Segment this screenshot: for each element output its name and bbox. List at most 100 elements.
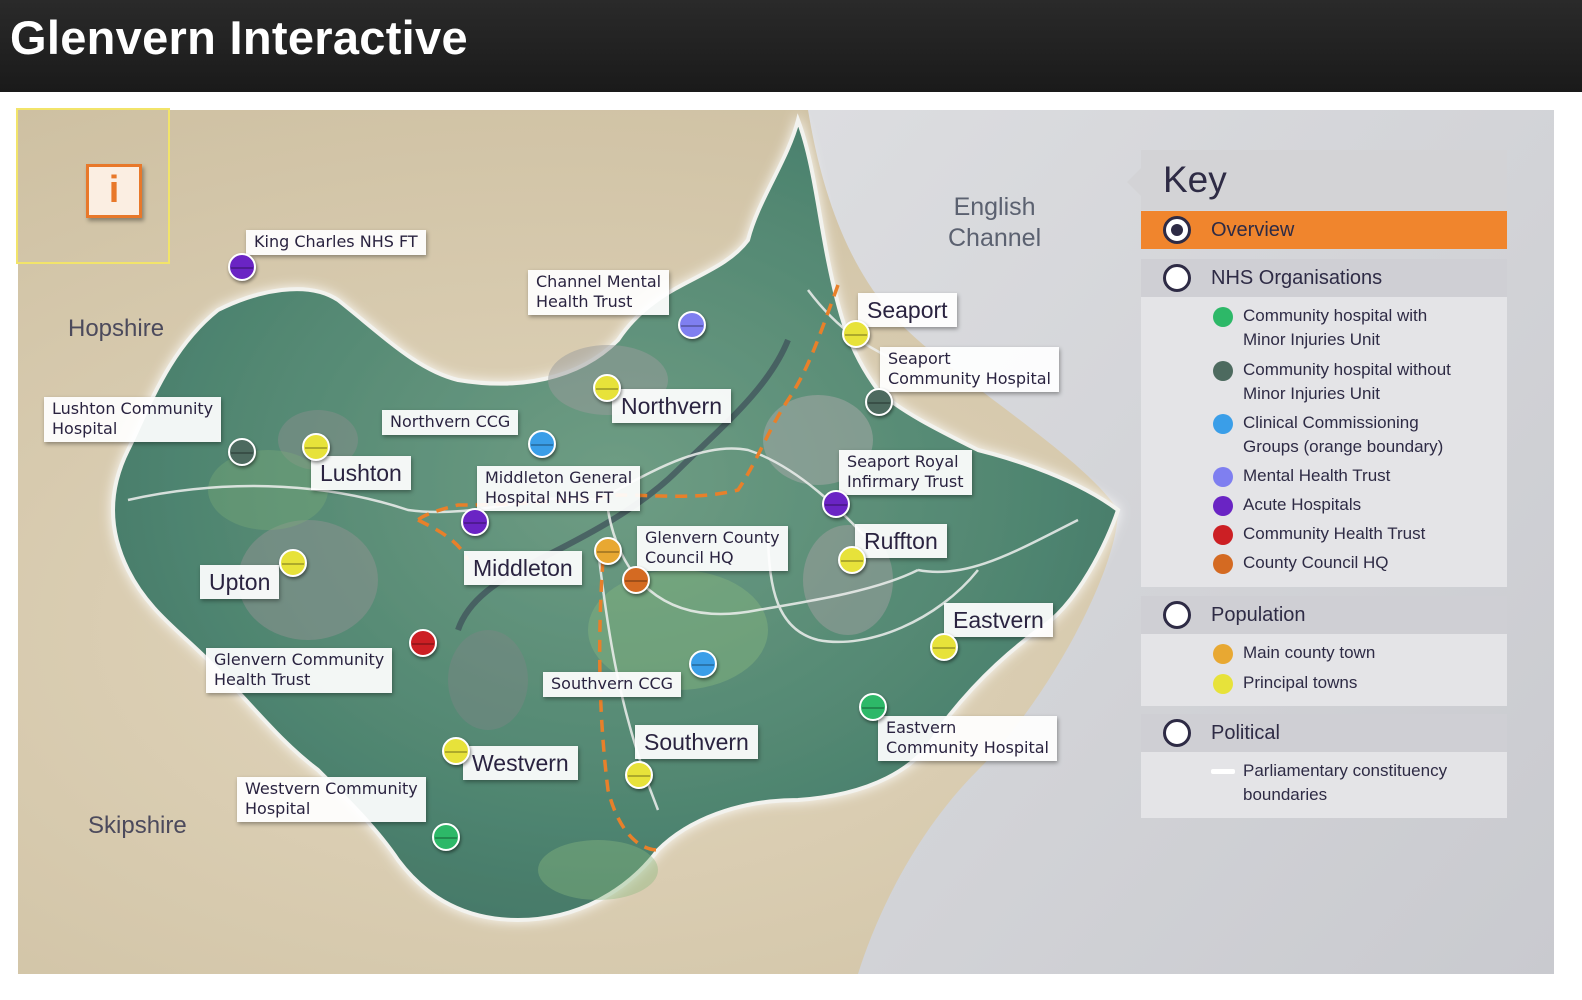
key-section-label: Population	[1211, 604, 1306, 626]
town-label-seaport[interactable]: Seaport	[858, 293, 957, 327]
legend-item: Mental Health Trust	[1243, 464, 1390, 488]
key-title: Key	[1163, 159, 1227, 200]
label-line: Health Trust	[214, 670, 311, 689]
key-section-nhs-organisations[interactable]: NHS Organisations	[1141, 259, 1507, 297]
marker-ccg[interactable]	[528, 430, 556, 458]
label-line: Seaport	[888, 349, 951, 368]
marker-main-county-town[interactable]	[594, 537, 622, 565]
legend-line-constituency-boundaries	[1211, 769, 1235, 774]
legend-text: boundaries	[1243, 785, 1328, 804]
marker-principal-town[interactable]	[625, 761, 653, 789]
marker-county-council-hq[interactable]	[622, 566, 650, 594]
label-glenvern-county-council-hq[interactable]: Glenvern County Council HQ	[637, 526, 788, 571]
radio-nhs-organisations[interactable]	[1163, 264, 1191, 292]
label-glenvern-community-health-trust[interactable]: Glenvern Community Health Trust	[206, 648, 393, 693]
legend-text: Community hospital without	[1243, 360, 1451, 379]
legend-text: Principal towns	[1243, 673, 1358, 692]
label-line: Infirmary Trust	[847, 472, 964, 491]
radio-population[interactable]	[1163, 601, 1191, 629]
legend-text: Mental Health Trust	[1243, 466, 1391, 485]
legend-text: Minor Injuries Unit	[1243, 384, 1380, 403]
legend-text: Community hospital with	[1243, 306, 1428, 325]
marker-community-hospital-no-miu[interactable]	[865, 388, 893, 416]
marker-community-hospital-miu[interactable]	[859, 693, 887, 721]
label-king-charles-nhs-ft[interactable]: King Charles NHS FT	[246, 230, 426, 255]
label-line: Council HQ	[645, 548, 734, 567]
marker-principal-town[interactable]	[930, 633, 958, 661]
marker-mental-health-trust[interactable]	[678, 311, 706, 339]
legend-item: Acute Hospitals	[1243, 493, 1361, 517]
marker-acute-hospital[interactable]	[228, 253, 256, 281]
marker-acute-hospital[interactable]	[461, 508, 489, 536]
label-seaport-community-hospital[interactable]: Seaport Community Hospital	[880, 347, 1059, 392]
label-lushton-community-hospital[interactable]: Lushton Community Hospital	[44, 397, 222, 442]
legend-dot-community-health-trust	[1213, 525, 1233, 545]
legend-text: Clinical Commissioning	[1243, 413, 1419, 432]
label-line: Hospital NHS FT	[485, 488, 614, 507]
legend-dot-county-council-hq	[1213, 554, 1233, 574]
farmland	[538, 840, 658, 900]
label-westvern-community-hospital[interactable]: Westvern Community Hospital	[237, 777, 426, 822]
legend-text: County Council HQ	[1243, 553, 1389, 572]
legend-item: Community Health Trust	[1243, 522, 1425, 546]
marker-principal-town[interactable]	[842, 320, 870, 348]
key-nhs-items: Community hospital with Minor Injuries U…	[1141, 297, 1507, 587]
label-eastvern-community-hospital[interactable]: Eastvern Community Hospital	[878, 716, 1057, 761]
marker-ccg[interactable]	[689, 650, 717, 678]
town-label-southvern[interactable]: Southvern	[635, 725, 758, 759]
key-section-label: Political	[1211, 722, 1280, 744]
town-label-middleton[interactable]: Middleton	[464, 551, 582, 585]
marker-principal-town[interactable]	[593, 374, 621, 402]
region-skipshire: Skipshire	[88, 812, 187, 839]
marker-principal-town[interactable]	[302, 433, 330, 461]
app-title: Glenvern Interactive	[10, 11, 468, 64]
label-line: Channel Mental	[536, 272, 662, 291]
legend-item: Principal towns	[1243, 671, 1357, 695]
label-seaport-royal-infirmary-trust[interactable]: Seaport Royal Infirmary Trust	[839, 450, 972, 495]
label-line: Seaport Royal	[847, 452, 959, 471]
legend-item: Community hospital without Minor Injurie…	[1243, 358, 1451, 406]
town-label-upton[interactable]: Upton	[200, 565, 280, 599]
marker-acute-hospital[interactable]	[822, 490, 850, 518]
marker-community-hospital-miu[interactable]	[432, 823, 460, 851]
key-section-political[interactable]: Political	[1141, 714, 1507, 752]
legend-dot-mental-health-trust	[1213, 467, 1233, 487]
legend-dot-community-hospital-miu	[1213, 307, 1233, 327]
legend-text: Groups (orange boundary)	[1243, 437, 1444, 456]
label-line: Hospital	[245, 799, 311, 818]
marker-community-hospital-no-miu[interactable]	[228, 438, 256, 466]
legend-text: Community Health Trust	[1243, 524, 1426, 543]
legend-item: Parliamentary constituency boundaries	[1243, 759, 1447, 807]
radio-political[interactable]	[1163, 719, 1191, 747]
map-key-panel: Key Overview NHS Organisations Community…	[1127, 150, 1507, 818]
label-line: Community Hospital	[886, 738, 1049, 757]
town-label-lushton[interactable]: Lushton	[311, 456, 411, 490]
label-line: Community Hospital	[888, 369, 1051, 388]
key-section-overview[interactable]: Overview	[1141, 211, 1507, 249]
marker-principal-town[interactable]	[442, 737, 470, 765]
key-political-items: Parliamentary constituency boundaries	[1141, 752, 1507, 818]
marker-community-health-trust[interactable]	[409, 629, 437, 657]
marker-principal-town[interactable]	[838, 546, 866, 574]
town-label-northvern[interactable]: Northvern	[612, 389, 731, 423]
label-line: Glenvern County	[645, 528, 780, 547]
label-southvern-ccg[interactable]: Southvern CCG	[543, 672, 682, 697]
town-label-eastvern[interactable]: Eastvern	[944, 603, 1053, 637]
key-section-label: Overview	[1211, 219, 1295, 241]
label-middleton-general-hospital[interactable]: Middleton General Hospital NHS FT	[477, 466, 641, 511]
radio-overview-selected[interactable]	[1163, 216, 1191, 244]
info-button[interactable]: i	[86, 164, 142, 218]
town-label-westvern[interactable]: Westvern	[463, 746, 578, 780]
label-line: Hospital	[52, 419, 118, 438]
region-hopshire: Hopshire	[68, 315, 165, 342]
key-section-population[interactable]: Population	[1141, 596, 1507, 634]
sea-label: English Channel	[948, 192, 1041, 254]
town-label-ruffton[interactable]: Ruffton	[855, 524, 947, 558]
title-bar: Glenvern Interactive	[0, 0, 1582, 92]
legend-text: Acute Hospitals	[1243, 495, 1362, 514]
label-northvern-ccg[interactable]: Northvern CCG	[382, 410, 519, 435]
legend-text: Minor Injuries Unit	[1243, 330, 1380, 349]
label-channel-mental-health-trust[interactable]: Channel Mental Health Trust	[528, 270, 670, 315]
marker-principal-town[interactable]	[279, 549, 307, 577]
legend-dot-ccg	[1213, 414, 1233, 434]
